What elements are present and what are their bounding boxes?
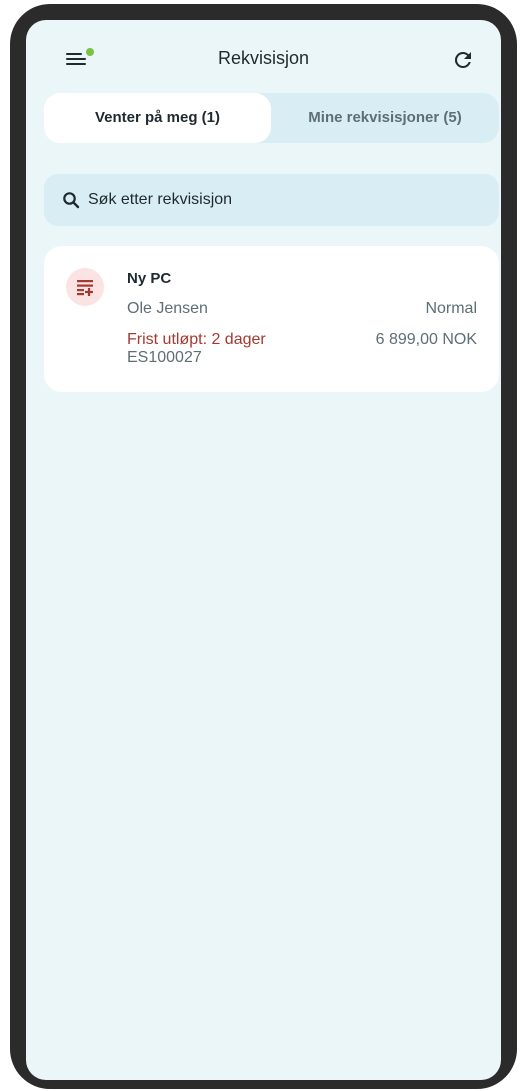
search-input[interactable] [88, 174, 483, 226]
app-header: Rekvisisjon [26, 42, 501, 76]
search-icon [63, 192, 80, 209]
requisition-priority: Normal [425, 300, 477, 317]
refresh-icon [454, 51, 471, 68]
refresh-button[interactable] [451, 48, 475, 72]
menu-button[interactable] [66, 48, 94, 70]
app-screen: Rekvisisjon Venter på meg (1) Mine rekvi… [26, 20, 501, 1080]
requisition-card[interactable]: Ny PC Ole Jensen Normal Frist utløpt: 2 … [44, 246, 499, 392]
requisition-deadline: Frist utløpt: 2 dager [127, 331, 266, 348]
requisition-title: Ny PC [127, 270, 172, 287]
tab-my-requisitions[interactable]: Mine rekvisisjoner (5) [271, 93, 499, 143]
requisition-requester: Ole Jensen [127, 300, 208, 317]
requisition-list-add-icon [77, 280, 93, 296]
device-frame: Rekvisisjon Venter på meg (1) Mine rekvi… [10, 4, 517, 1089]
requisition-amount: 6 899,00 NOK [375, 331, 477, 348]
page-title: Rekvisisjon [217, 48, 310, 68]
tab-bar: Venter på meg (1) Mine rekvisisjoner (5) [44, 93, 499, 143]
tab-waiting-for-me[interactable]: Venter på meg (1) [44, 93, 271, 143]
requisition-id: ES100027 [127, 349, 202, 366]
requisition-icon-badge [66, 268, 104, 306]
search-bar [44, 174, 499, 226]
notification-dot [86, 48, 94, 56]
